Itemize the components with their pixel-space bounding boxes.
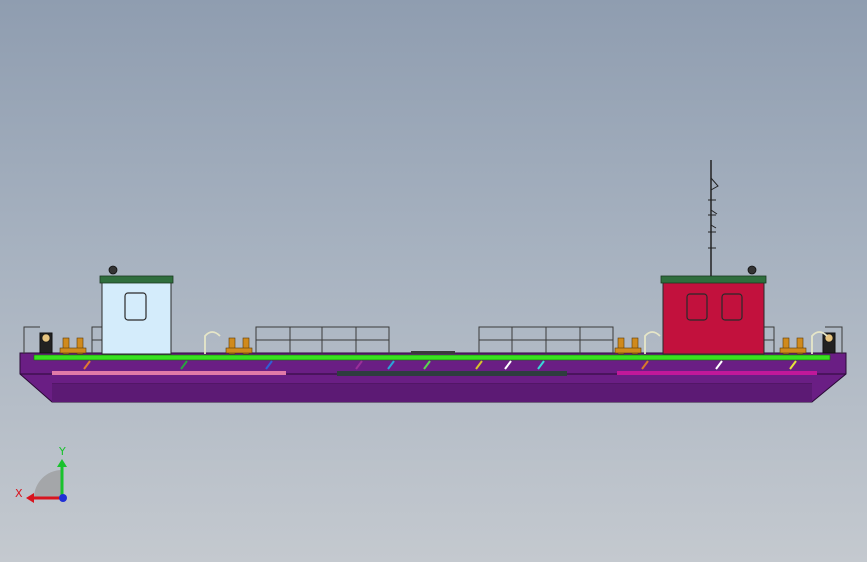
railing-mid-left [255,326,390,354]
cad-viewport[interactable]: X Y [0,0,867,562]
railing-left-end [23,326,40,354]
hull-strip-pink [52,371,286,375]
y-axis-label: Y [58,445,66,458]
bollard-pair-3 [614,337,642,355]
right-wheelhouse-roof [660,275,767,284]
mast [708,160,719,276]
winch-right [822,332,836,354]
bollard-pair-4 [779,337,807,355]
winch-left [39,332,53,354]
bollard-pair-1 [59,337,87,355]
right-wheelhouse[interactable] [660,160,767,355]
railing-right-1 [764,326,775,354]
left-deckhouse[interactable] [99,265,174,355]
right-wheelhouse-body [662,281,765,355]
x-axis-arrowhead [26,493,34,503]
deck-hatch [411,351,455,354]
deck-stripe [33,354,831,361]
vent-left [204,331,221,354]
vent-right [644,331,661,354]
x-axis-label: X [15,487,23,500]
axis-triad: X Y [15,445,67,503]
y-axis-arrowhead [57,459,67,467]
triad-plane-fill [34,470,62,498]
left-deckhouse-roof [99,275,174,284]
bollard-pair-2 [225,337,253,355]
right-roof-light-icon [747,265,757,275]
hull-bottom-band [52,384,812,402]
railing-left-1 [91,326,102,354]
railing-mid-right [478,326,614,354]
barge-hull [19,351,847,403]
left-roof-light-icon [108,265,118,275]
hull-strip-magenta [617,371,817,375]
z-axis-dot [59,494,67,502]
hull-strip-dark [337,371,567,376]
